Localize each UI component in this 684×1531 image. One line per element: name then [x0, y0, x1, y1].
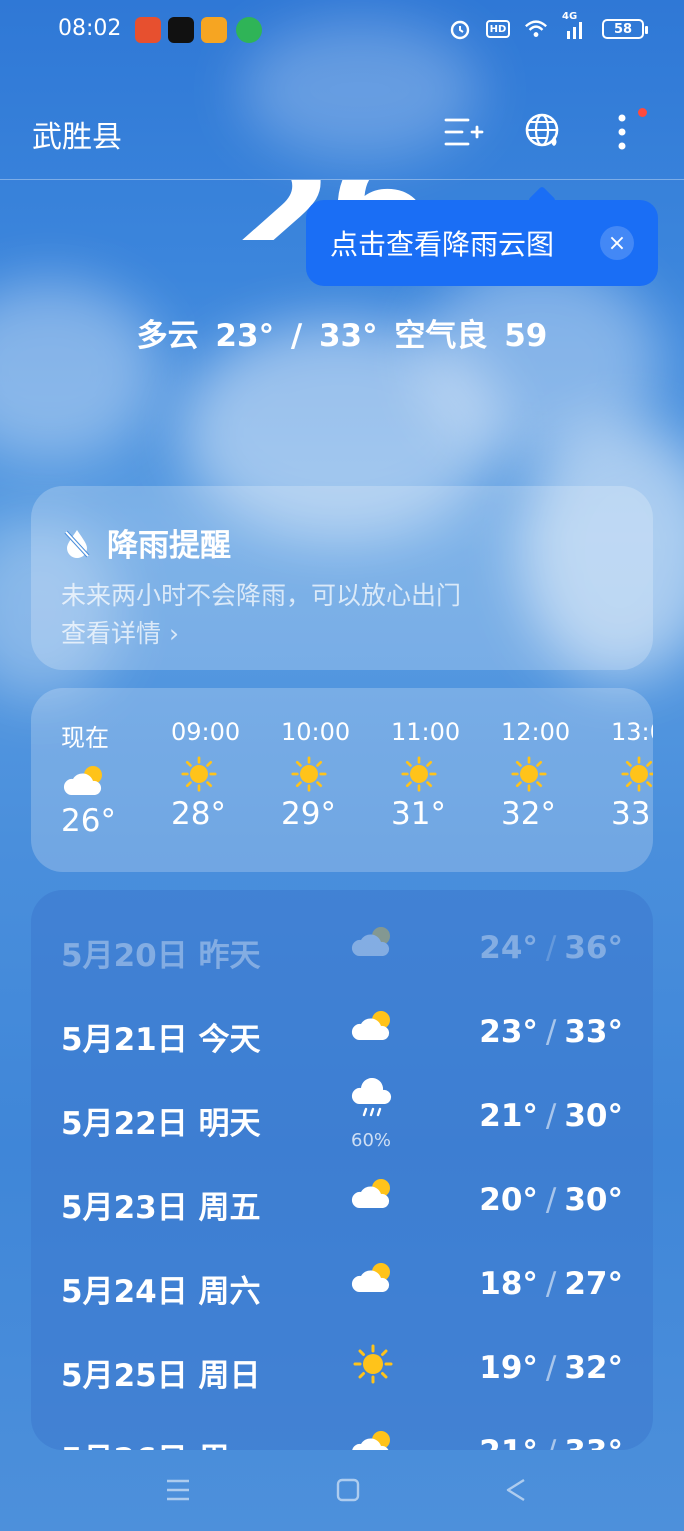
hd-icon: HD: [486, 20, 510, 38]
hour-time: 现在: [61, 724, 109, 752]
tiktok-icon: [168, 17, 194, 43]
back-triangle-icon: [506, 1478, 525, 1502]
list-add-icon: [444, 118, 484, 146]
menu-icon: [167, 1479, 189, 1501]
rain-probability: 60%: [351, 1130, 392, 1151]
hour-item: 11:00 31°: [391, 718, 501, 832]
app-notification-icon: [135, 17, 161, 43]
sun-icon: [181, 756, 217, 792]
day-high: 36°: [564, 930, 623, 966]
network-type: 4G: [562, 11, 578, 22]
add-city-button[interactable]: [442, 110, 486, 154]
hour-item: 现在 26°: [61, 718, 171, 839]
system-nav-bar: [0, 1448, 684, 1531]
day-low: 19°: [479, 1350, 538, 1386]
partly-cloudy-icon: [351, 1179, 390, 1208]
home-square-icon: [336, 1478, 360, 1502]
rain-map-button[interactable]: [522, 110, 566, 154]
partly-cloudy-icon: [351, 1011, 390, 1040]
day-row[interactable]: 5月26日 周一 21°/33°: [31, 1410, 653, 1450]
weather-summary: 多云 23° / 33° 空气良 59: [136, 318, 548, 354]
day-row[interactable]: 5月24日 周六 18°/27°: [31, 1242, 653, 1326]
tooltip-text: 点击查看降雨云图: [330, 228, 555, 261]
day-low: 23°: [479, 1014, 538, 1050]
hourly-forecast-card[interactable]: 现在 26° 09:00 28° 10:00 29° 11:00 31° 12:…: [31, 688, 653, 872]
hour-time: 12:00: [501, 718, 571, 746]
sun-icon: [401, 756, 437, 792]
day-high: 27°: [564, 1266, 623, 1302]
hour-item: 10:00 29°: [281, 718, 391, 832]
rain-map-tooltip[interactable]: 点击查看降雨云图 ×: [306, 200, 658, 286]
more-menu-button[interactable]: [600, 108, 647, 154]
notification-badge: [638, 108, 647, 117]
day-row[interactable]: 5月21日 今天 23°/33°: [31, 990, 653, 1074]
day-date: 5月24日 周六: [61, 1274, 261, 1310]
hour-time: 09:00: [171, 718, 241, 746]
rain-subtitle: 未来两小时不会降雨，可以放心出门: [61, 581, 462, 610]
status-bar: 08:02 HD 4G 58: [0, 0, 684, 62]
hour-temp: 33°: [611, 796, 653, 832]
day-date: 5月21日 今天: [61, 1022, 261, 1058]
day-high: 30°: [564, 1182, 623, 1218]
cellular-signal-icon: 4G: [562, 11, 588, 41]
day-high: 30°: [564, 1098, 623, 1134]
rain-title: 降雨提醒: [107, 528, 231, 564]
hour-item: 12:00 32°: [501, 718, 611, 832]
day-low: 20°: [479, 1182, 538, 1218]
day-low: 21°: [479, 1098, 538, 1134]
partly-cloudy-icon: [352, 1431, 390, 1450]
rain-reminder-card[interactable]: 降雨提醒 未来两小时不会降雨，可以放心出门 查看详情 ›: [31, 486, 653, 670]
hour-temp: 28°: [171, 796, 226, 832]
hour-item: 13:00 33°: [611, 718, 653, 832]
partly-cloudy-icon: [351, 927, 390, 956]
hour-item: 09:00 28°: [171, 718, 281, 832]
city-name[interactable]: 武胜县: [32, 112, 122, 156]
hour-temp: 26°: [61, 803, 116, 839]
hour-temp: 32°: [501, 796, 556, 832]
wifi-icon: [524, 17, 548, 41]
app-header: 武胜县: [0, 90, 684, 180]
battery-icon: 58: [602, 19, 648, 39]
upload-app-icon: [236, 17, 262, 43]
day-low: 24°: [479, 930, 538, 966]
status-time: 08:02: [58, 16, 122, 41]
hour-time: 11:00: [391, 718, 461, 746]
back-button[interactable]: [496, 1472, 536, 1508]
day-date: 5月20日 昨天: [61, 938, 261, 974]
day-row[interactable]: 5月20日 昨天 24°/36°: [31, 906, 653, 990]
home-button[interactable]: [328, 1472, 368, 1508]
day-row[interactable]: 5月25日 周日 19°/32°: [31, 1326, 653, 1410]
day-row[interactable]: 5月23日 周五 20°/30°: [31, 1158, 653, 1242]
alarm-icon: [448, 17, 472, 41]
sun-icon: [621, 756, 653, 792]
hour-temp: 31°: [391, 796, 446, 832]
sun-icon: [511, 756, 547, 792]
hour-temp: 29°: [281, 796, 336, 832]
close-icon[interactable]: ×: [600, 226, 634, 260]
video-app-icon: [201, 17, 227, 43]
day-date: 5月25日 周日: [61, 1358, 261, 1394]
globe-rain-icon: [525, 113, 559, 147]
partly-cloudy-icon: [63, 766, 102, 795]
day-row[interactable]: 5月22日 明天 60% 21°/30°: [31, 1074, 653, 1158]
day-date: 5月23日 周五: [61, 1190, 261, 1226]
view-details-link[interactable]: 查看详情 ›: [61, 614, 179, 650]
day-low: 18°: [479, 1266, 538, 1302]
sun-icon: [353, 1344, 393, 1384]
partly-cloudy-icon: [351, 1263, 390, 1292]
day-high: 32°: [564, 1350, 623, 1386]
hour-time: 10:00: [281, 718, 351, 746]
rain-icon: [351, 1077, 392, 1117]
more-vertical-icon: [618, 114, 626, 150]
day-high: 33°: [564, 1014, 623, 1050]
hour-time: 13:00: [611, 718, 653, 746]
no-rain-icon: [64, 529, 90, 558]
sun-icon: [291, 756, 327, 792]
day-date: 5月22日 明天: [61, 1106, 261, 1142]
daily-forecast-card[interactable]: 5月20日 昨天 24°/36° 5月21日 今天 23°/33° 5月22日 …: [31, 890, 653, 1450]
recent-apps-button[interactable]: [158, 1472, 198, 1508]
